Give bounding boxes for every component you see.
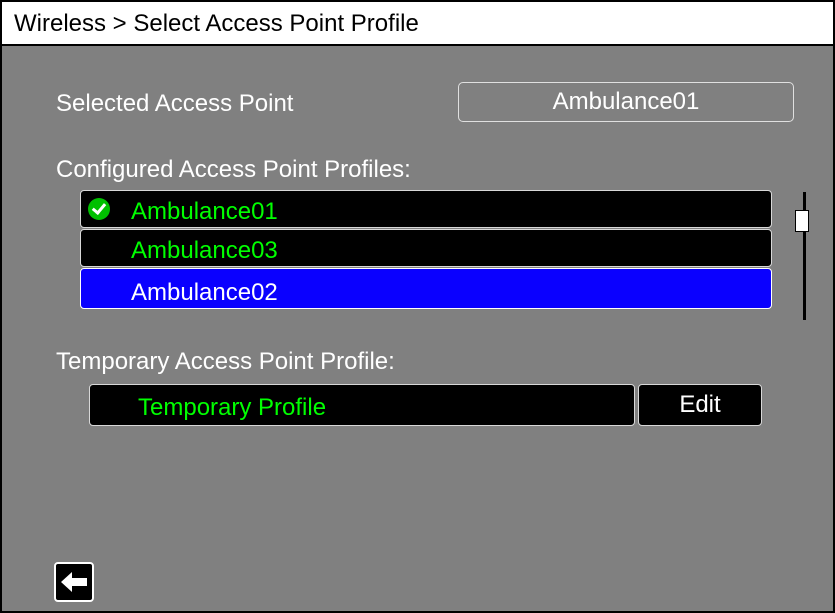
- selected-access-point-field[interactable]: Ambulance01: [458, 82, 794, 122]
- selected-access-point-label: Selected Access Point: [56, 90, 294, 117]
- temporary-profile-value: Temporary Profile: [138, 394, 327, 421]
- profile-name: Ambulance02: [131, 279, 278, 306]
- profile-row-ambulance03[interactable]: Ambulance03: [80, 229, 772, 267]
- profile-list: Ambulance01 Ambulance03 Ambulance02: [80, 190, 772, 310]
- profile-row-ambulance02[interactable]: Ambulance02: [80, 268, 772, 309]
- back-arrow-icon: [61, 572, 87, 592]
- edit-button[interactable]: Edit: [638, 384, 762, 426]
- profile-row-ambulance01[interactable]: Ambulance01: [80, 190, 772, 228]
- wireless-screen: Wireless > Select Access Point Profile S…: [0, 0, 835, 613]
- scrollbar-thumb[interactable]: [795, 210, 809, 232]
- temporary-profile-field[interactable]: Temporary Profile: [89, 384, 635, 426]
- configured-profiles-label: Configured Access Point Profiles:: [56, 156, 411, 183]
- profile-name: Ambulance01: [131, 198, 278, 225]
- profile-name: Ambulance03: [131, 237, 278, 264]
- page-title: Wireless > Select Access Point Profile: [14, 10, 419, 37]
- connected-check-icon: [88, 198, 110, 220]
- back-button[interactable]: [54, 562, 94, 602]
- temporary-profile-label: Temporary Access Point Profile:: [56, 348, 395, 375]
- title-bar: Wireless > Select Access Point Profile: [2, 2, 833, 46]
